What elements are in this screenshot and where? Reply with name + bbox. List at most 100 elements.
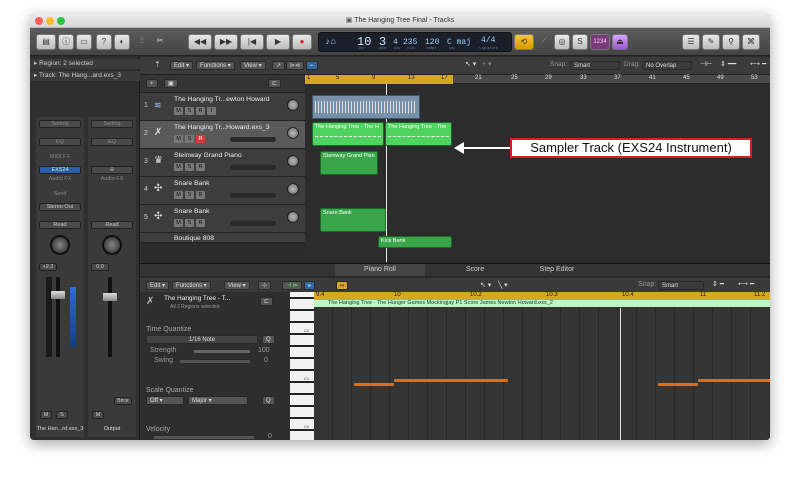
midi-note[interactable]	[698, 379, 770, 382]
cycle-range[interactable]	[305, 75, 453, 84]
solo-button[interactable]: S	[185, 107, 194, 115]
bounce-button[interactable]: Bnce	[114, 397, 132, 405]
piano-keyboard[interactable]: C2 C1 C0	[290, 292, 314, 440]
track-volume-knob[interactable]	[287, 155, 299, 167]
loop-browser-icon[interactable]: ⚲	[722, 34, 740, 50]
mute-button[interactable]: M	[174, 135, 183, 143]
zoom-slider-icon[interactable]: ⟷ ━	[750, 60, 766, 68]
zoom-vertical-icon[interactable]: ⇕ ━	[712, 280, 724, 288]
mute-button[interactable]: M	[174, 107, 183, 115]
lcd-display[interactable]: ♪⌂ 10 3 4 235 120 C maj 4/4 bar beat div…	[318, 32, 512, 52]
mute-button[interactable]: M	[174, 219, 183, 227]
view-menu[interactable]: View ▾	[224, 281, 250, 290]
track-options-icon[interactable]: ⊏	[268, 79, 282, 88]
midi-region[interactable]: Steinway Grand Pian	[320, 151, 378, 175]
help-icon[interactable]: ?	[96, 34, 112, 50]
mixer-icon[interactable]: ⫶⫶	[134, 34, 150, 50]
cycle-icon[interactable]: ⟲	[514, 34, 534, 50]
eq-button-output[interactable]: EQ	[91, 138, 133, 146]
metronome-icon[interactable]: ⏏	[612, 34, 628, 50]
edit-menu[interactable]: Edit ▾	[146, 281, 170, 290]
solo-icon[interactable]: S	[572, 34, 588, 50]
region-options-icon[interactable]: ⊏	[260, 297, 274, 306]
strength-slider[interactable]	[194, 350, 250, 353]
edit-menu[interactable]: Edit ▾	[170, 61, 194, 70]
tab-step-editor[interactable]: Step Editor	[512, 264, 602, 276]
solo-button[interactable]: S	[185, 163, 194, 171]
snap-dropdown[interactable]: Smart	[658, 281, 704, 290]
smart-controls-icon[interactable]: ◐	[114, 34, 130, 50]
catch-icon[interactable]: ⊹	[258, 281, 272, 290]
list-editors-icon[interactable]: ☰	[682, 34, 700, 50]
midi-in-icon[interactable]: ⊣ ⊳	[282, 281, 302, 290]
mute-button[interactable]: M	[174, 163, 183, 171]
track-volume-knob[interactable]	[287, 211, 299, 223]
drag-dropdown[interactable]: No Overlap	[642, 61, 692, 70]
setting-button[interactable]: Setting	[39, 120, 81, 128]
midi-region[interactable]: The Hanging Tree - The H	[312, 122, 384, 146]
pointer-tool-icon[interactable]: ↖ ▾	[480, 281, 491, 289]
piano-roll-grid[interactable]	[314, 307, 770, 440]
snap-dropdown[interactable]: Smart	[570, 61, 620, 70]
track-volume-knob[interactable]	[287, 127, 299, 139]
eq-button[interactable]: EQ	[39, 138, 81, 146]
scale-off-dropdown[interactable]: Off ▾	[146, 396, 184, 405]
minimize-window-button[interactable]	[46, 17, 54, 25]
info-icon[interactable]: ⓘ	[58, 34, 74, 50]
functions-menu[interactable]: Functions ▾	[172, 281, 211, 290]
track-header-6[interactable]: Boutique 808	[140, 233, 305, 243]
record-enable-button[interactable]: R	[196, 107, 205, 115]
record-icon[interactable]: ●	[292, 34, 312, 50]
catch-icon[interactable]: ↗	[272, 61, 286, 70]
track-inspector-header[interactable]: ▸ Track: The Hang...ard.exs_3	[30, 71, 140, 81]
pencil-tool-icon[interactable]: ╲ ▾	[498, 281, 508, 289]
pan-knob[interactable]	[50, 235, 70, 255]
replace-icon[interactable]: ⟋	[536, 34, 552, 50]
scale-quantize-button[interactable]: Q	[262, 396, 275, 405]
solo-button[interactable]: S	[56, 411, 68, 419]
pencil-tool-icon[interactable]: + ▾	[482, 60, 492, 68]
zoom-vertical-icon[interactable]: ⇕ ━━	[720, 60, 736, 68]
input-monitor-button[interactable]: I	[207, 107, 216, 115]
track-volume-knob[interactable]	[287, 183, 299, 195]
setting-button-output[interactable]: Setting	[91, 120, 133, 128]
toolbar-icon[interactable]: ▭	[76, 34, 92, 50]
automation-mode-button-output[interactable]: Read	[91, 221, 133, 229]
track-volume-slider[interactable]	[230, 165, 276, 170]
record-enable-button[interactable]: R	[196, 191, 205, 199]
play-icon[interactable]: ▶	[266, 34, 290, 50]
fast-forward-icon[interactable]: ▶▶	[214, 34, 238, 50]
record-enable-button[interactable]: R	[196, 135, 205, 143]
piano-roll-playhead[interactable]	[620, 308, 621, 440]
swing-slider[interactable]	[180, 360, 250, 363]
add-track-button[interactable]: +	[146, 79, 158, 88]
track-header-3[interactable]: 3 ♛ Steinway Grand Piano M S R	[140, 149, 305, 177]
pan-knob-output[interactable]	[102, 235, 122, 255]
zoom-horizontal-icon[interactable]: ⟷ ━	[738, 280, 754, 288]
scale-type-dropdown[interactable]: Major ▾	[188, 396, 248, 405]
track-header-2[interactable]: 2 ✗ The Hanging Tr...Howard.exs_3 M S R	[140, 121, 305, 149]
go-to-start-icon[interactable]: |◀	[240, 34, 264, 50]
tab-score[interactable]: Score	[430, 264, 520, 276]
rewind-icon[interactable]: ◀◀	[188, 34, 212, 50]
track-volume-slider[interactable]	[230, 221, 276, 226]
midi-region[interactable]: Snare Bank	[320, 208, 386, 232]
record-enable-button[interactable]: R	[196, 163, 205, 171]
piano-roll-ruler[interactable]: 9.4 10 10.2 10.3 10.4 11 11.2	[314, 292, 770, 300]
back-arrow-icon[interactable]: ⇡	[154, 60, 161, 69]
zoom-window-button[interactable]	[57, 17, 65, 25]
output-slot[interactable]: Stereo Out	[39, 203, 81, 211]
collapse-icon[interactable]: ⫸	[304, 281, 316, 290]
automation-mode-button[interactable]: Read	[39, 221, 81, 229]
link-icon[interactable]: ∞	[336, 281, 349, 290]
count-in-display[interactable]: 1234	[590, 34, 610, 50]
zoom-horizontal-icon[interactable]: ⊣⊢	[700, 60, 712, 68]
flex-icon[interactable]: ⊳⊲	[286, 61, 305, 70]
midi-note[interactable]	[354, 383, 394, 386]
track-header-1[interactable]: 1 ≋ The Hanging Tr...ewton Howard M S R …	[140, 93, 305, 121]
track-volume-slider[interactable]	[230, 137, 276, 142]
global-tracks-icon[interactable]: ▣	[164, 79, 178, 88]
midi-note[interactable]	[658, 383, 698, 386]
midi-note[interactable]	[394, 379, 508, 382]
region-inspector-header[interactable]: ▸ Region: 2 selected	[30, 59, 140, 69]
